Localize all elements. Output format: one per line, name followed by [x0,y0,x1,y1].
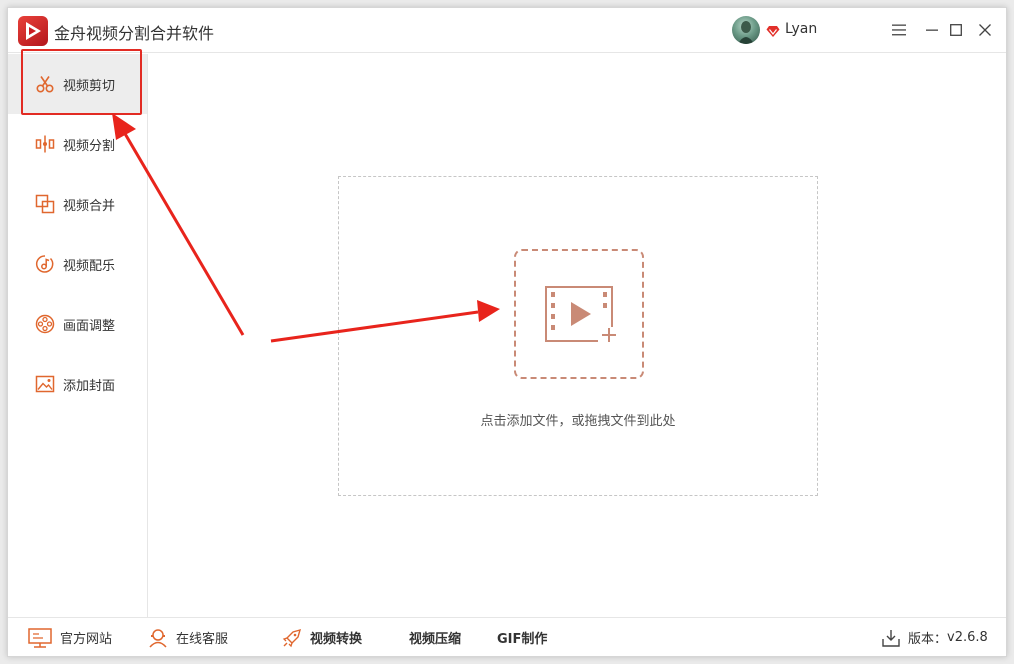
sidebar-item-label: 视频合并 [63,198,116,214]
customer-service-icon [149,628,167,648]
rocket-icon [282,628,302,647]
scissors-icon [36,76,54,93]
footer-bar: 官方网站 在线客服 视频转换 视频压缩 GIF制作 版本： v2.6.8 [8,617,1006,656]
drop-hint-text: 点击添加文件，或拖拽文件到此处 [480,414,676,429]
download-icon [882,629,900,647]
sidebar-item-label: 画面调整 [63,318,116,334]
maximize-icon [950,24,962,36]
title-bar: 金舟视频分割合并软件 Lyan [8,8,1006,53]
add-file-button[interactable] [514,249,644,379]
sidebar-item-video-merge[interactable]: 视频合并 [8,174,147,234]
sidebar-item-add-cover[interactable]: 添加封面 [8,354,147,414]
sidebar: 视频剪切 视频分割 视频合并 视频配乐 画面调整 添加封面 [8,54,148,617]
add-video-icon [545,286,620,343]
split-icon [35,135,55,153]
online-service-link[interactable]: 在线客服 [148,618,228,657]
minimize-icon [926,29,938,31]
sidebar-item-video-split[interactable]: 视频分割 [8,114,147,174]
monitor-icon [28,627,52,648]
version-label: 版本： [908,632,948,647]
music-icon [36,255,54,273]
sidebar-item-picture-adjust[interactable]: 画面调整 [8,294,147,354]
app-title: 金舟视频分割合并软件 [54,24,215,43]
app-logo-icon [18,16,48,46]
sidebar-item-label: 视频剪切 [63,78,116,94]
avatar[interactable] [732,16,760,44]
username[interactable]: Lyan [785,21,817,37]
sidebar-item-video-music[interactable]: 视频配乐 [8,234,147,294]
menu-icon [892,24,906,36]
merge-icon [35,194,55,214]
sidebar-item-label: 添加封面 [63,378,116,394]
sidebar-item-label: 视频配乐 [63,258,116,274]
film-reel-icon [35,314,55,334]
gif-make-link[interactable]: GIF制作 [497,618,547,657]
menu-button[interactable] [888,19,910,41]
vip-diamond-icon [766,26,780,37]
minimize-button[interactable] [921,19,943,41]
maximize-button[interactable] [945,19,967,41]
app-window: 金舟视频分割合并软件 Lyan 视频剪切 视频分割 视频合并 视频配乐 画面调整… [7,7,1007,657]
version-value: v2.6.8 [947,630,988,645]
close-icon [979,24,991,36]
close-button[interactable] [974,19,996,41]
image-icon [35,375,55,393]
file-drop-zone[interactable]: 点击添加文件，或拖拽文件到此处 [338,176,818,496]
official-site-link[interactable]: 官方网站 [28,618,112,657]
sidebar-item-label: 视频分割 [63,138,116,154]
video-compress-link[interactable]: 视频压缩 [409,618,461,657]
version-info[interactable]: 版本： v2.6.8 [882,618,988,657]
sidebar-item-video-cut[interactable]: 视频剪切 [8,54,147,114]
video-convert-link[interactable]: 视频转换 [282,618,362,657]
